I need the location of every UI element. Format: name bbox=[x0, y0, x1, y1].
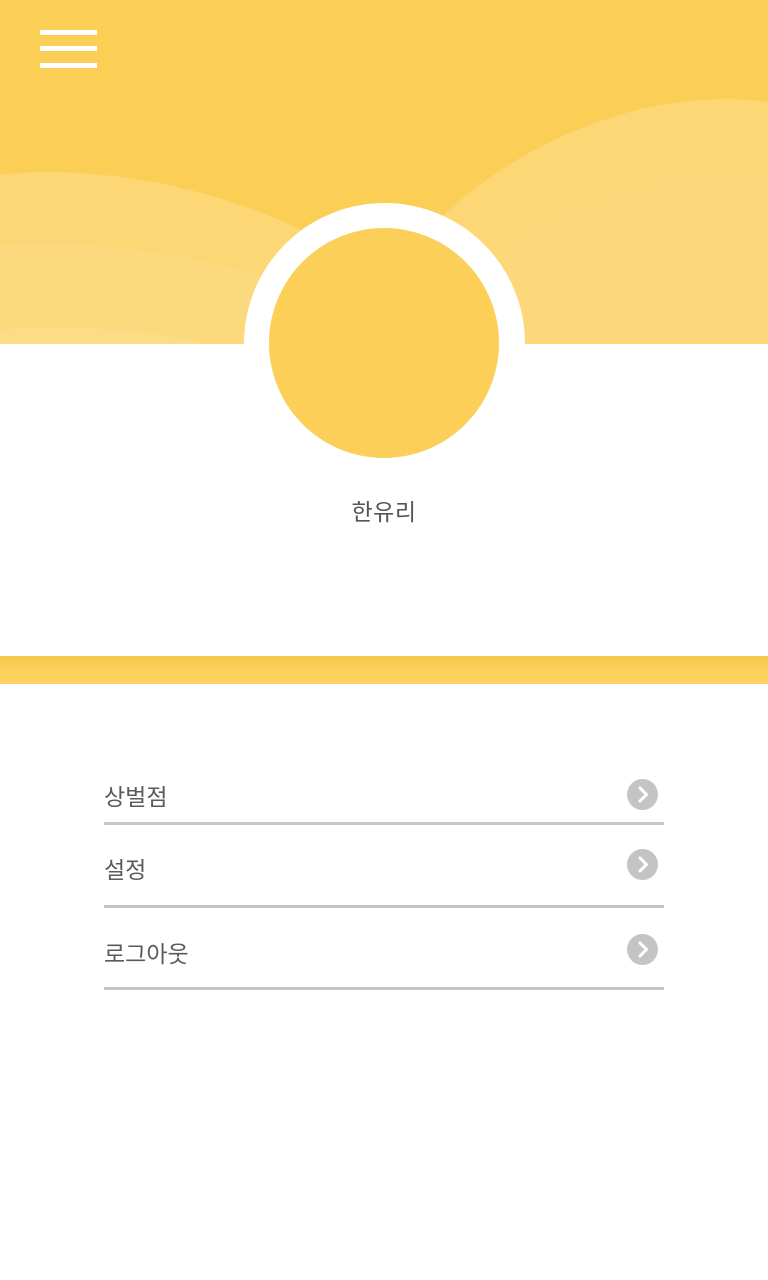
chevron-right-icon[interactable] bbox=[627, 779, 658, 810]
settings-menu-list: 상벌점 설정 로그아웃 bbox=[104, 750, 664, 990]
menu-bar-bottom bbox=[40, 63, 97, 68]
avatar[interactable] bbox=[269, 228, 499, 458]
menu-bar-top bbox=[40, 30, 97, 35]
menu-item-label: 상벌점 bbox=[104, 785, 168, 811]
chevron-right-icon[interactable] bbox=[627, 934, 658, 965]
profile-screen: 한유리 상벌점 설정 로그아웃 bbox=[0, 0, 768, 1280]
menu-item-settings[interactable]: 설정 bbox=[104, 825, 664, 908]
user-name: 한유리 bbox=[351, 500, 417, 526]
menu-item-label: 로그아웃 bbox=[104, 942, 189, 968]
menu-item-label: 설정 bbox=[104, 858, 147, 884]
menu-bar-middle bbox=[40, 46, 97, 51]
section-divider-band bbox=[0, 656, 768, 684]
chevron-right-icon[interactable] bbox=[627, 849, 658, 880]
hamburger-menu-button[interactable] bbox=[36, 26, 102, 72]
menu-item-merit-points[interactable]: 상벌점 bbox=[104, 750, 664, 825]
menu-item-logout[interactable]: 로그아웃 bbox=[104, 908, 664, 990]
